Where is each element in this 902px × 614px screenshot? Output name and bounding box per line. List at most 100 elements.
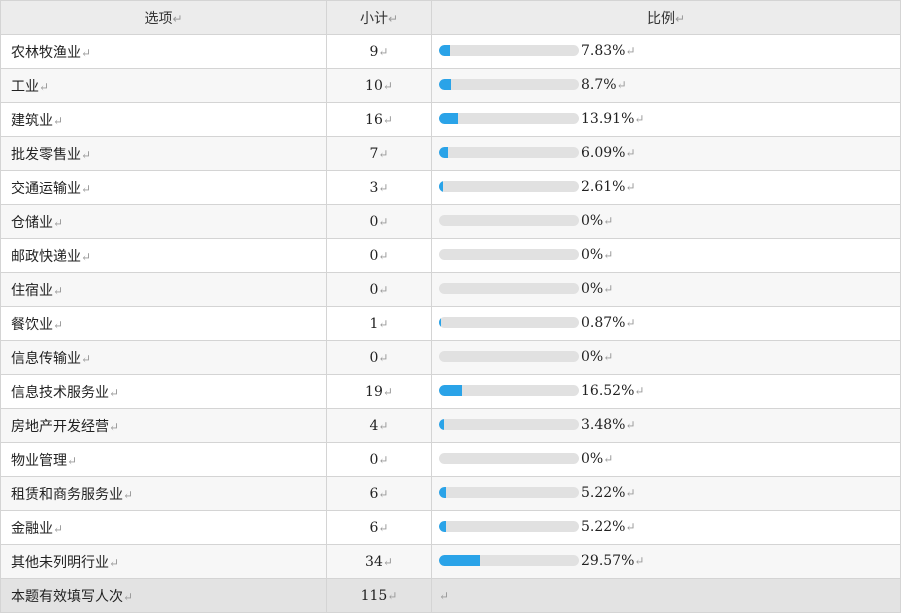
option-label: 物业管理 — [11, 452, 67, 469]
ratio-cell: 8.7% ↵ — [431, 68, 901, 103]
return-mark-icon: ↵ — [53, 113, 64, 128]
ratio-cell: 2.61% ↵ — [431, 170, 901, 205]
ratio-cell: 7.83% ↵ — [431, 34, 901, 69]
return-mark-icon: ↵ — [387, 588, 398, 603]
option-label: 信息技术服务业 — [11, 384, 109, 401]
table-row: 房地产开发经营↵ 4↵ 3.48% ↵ — [0, 408, 901, 443]
header-option: 选项↵ — [0, 0, 327, 35]
return-mark-icon: ↵ — [81, 45, 92, 60]
progress-fill — [439, 487, 447, 499]
return-mark-icon: ↵ — [625, 145, 636, 160]
return-mark-icon: ↵ — [109, 385, 120, 400]
ratio-group: 5.22% ↵ — [439, 519, 636, 535]
option-cell: 工业↵ — [0, 68, 327, 103]
option-cell: 租赁和商务服务业↵ — [0, 476, 327, 511]
count-cell: 0↵ — [326, 238, 432, 273]
return-mark-icon: ↵ — [439, 588, 450, 603]
option-label: 餐饮业 — [11, 316, 53, 333]
option-cell: 建筑业↵ — [0, 102, 327, 137]
table-row: 其他未列明行业↵ 34↵ 29.57% ↵ — [0, 544, 901, 579]
progress-bar — [439, 79, 579, 91]
ratio-cell: 6.09% ↵ — [431, 136, 901, 171]
return-mark-icon: ↵ — [382, 112, 393, 127]
ratio-cell: 16.52% ↵ — [431, 374, 901, 409]
percent-value: 0% — [581, 246, 604, 263]
option-cell: 交通运输业↵ — [0, 170, 327, 205]
return-mark-icon: ↵ — [378, 520, 389, 535]
progress-bar — [439, 453, 579, 465]
ratio-group: 13.91% ↵ — [439, 111, 644, 127]
table-row: 金融业 ↵ 6↵ 5.22% ↵ — [0, 510, 901, 545]
header-count: 小计↵ — [326, 0, 432, 35]
progress-bar — [439, 555, 579, 567]
return-mark-icon: ↵ — [625, 315, 636, 330]
option-label: 金融业 — [11, 520, 53, 537]
count-cell: 6↵ — [326, 510, 432, 545]
ratio-cell: 0% ↵ — [431, 238, 901, 273]
progress-fill — [439, 45, 450, 57]
progress-bar — [439, 113, 579, 125]
ratio-group: 6.09% ↵ — [439, 145, 636, 161]
ratio-group: 8.7% ↵ — [439, 77, 627, 93]
total-row: 本题有效填写人次↵ 115↵ ↵ — [0, 578, 901, 613]
option-cell: 餐饮业↵ — [0, 306, 327, 341]
return-mark-icon: ↵ — [378, 214, 389, 229]
table-row: 物业管理↵ 0↵ 0% ↵ — [0, 442, 901, 477]
option-cell: 农林牧渔业↵ — [0, 34, 327, 69]
ratio-group: 2.61% ↵ — [439, 179, 636, 195]
return-mark-icon: ↵ — [616, 77, 627, 92]
return-mark-icon: ↵ — [81, 147, 92, 162]
progress-bar — [439, 351, 579, 363]
return-mark-icon: ↵ — [109, 419, 120, 434]
progress-bar — [439, 283, 579, 295]
table-row: 批发零售业↵ 7↵ 6.09% ↵ — [0, 136, 901, 171]
count-cell: 9↵ — [326, 34, 432, 69]
return-mark-icon: ↵ — [378, 180, 389, 195]
return-mark-icon: ↵ — [382, 78, 393, 93]
option-cell: 邮政快递业↵ — [0, 238, 327, 273]
option-label: 住宿业 — [11, 282, 53, 299]
return-mark-icon: ↵ — [387, 11, 399, 26]
ratio-group: 0% ↵ — [439, 213, 613, 229]
ratio-group: 7.83% ↵ — [439, 43, 636, 59]
return-mark-icon: ↵ — [81, 181, 92, 196]
percent-value: 29.57% — [581, 552, 635, 569]
table-row: 交通运输业↵ 3↵ 2.61% ↵ — [0, 170, 901, 205]
return-mark-icon: ↵ — [378, 146, 389, 161]
option-cell: 物业管理↵ — [0, 442, 327, 477]
return-mark-icon: ↵ — [378, 350, 389, 365]
ratio-group: 5.22% ↵ — [439, 485, 636, 501]
ratio-group: 16.52% ↵ — [439, 383, 644, 399]
option-label: 工业 — [11, 78, 39, 95]
percent-value: 0% — [581, 280, 604, 297]
option-label: 交通运输业 — [11, 180, 81, 197]
return-mark-icon: ↵ — [378, 452, 389, 467]
ratio-cell: 0% ↵ — [431, 340, 901, 375]
percent-value: 6.09% — [581, 144, 626, 161]
ratio-group: 0% ↵ — [439, 349, 613, 365]
percent-value: 0.87% — [581, 314, 626, 331]
table-row: 建筑业↵ 16↵ 13.91% ↵ — [0, 102, 901, 137]
count-cell: 0↵ — [326, 272, 432, 307]
ratio-group: 0% ↵ — [439, 281, 613, 297]
progress-fill — [439, 419, 444, 431]
count-value: 10 — [365, 77, 383, 94]
percent-value: 5.22% — [581, 484, 626, 501]
progress-fill — [439, 521, 447, 533]
total-ratio-cell: ↵ — [431, 578, 901, 613]
return-mark-icon: ↵ — [634, 553, 645, 568]
percent-value: 0% — [581, 348, 604, 365]
table-row: 信息技术服务业↵ 19↵ 16.52% ↵ — [0, 374, 901, 409]
count-cell: 10↵ — [326, 68, 432, 103]
progress-bar — [439, 215, 579, 227]
percent-value: 0% — [581, 450, 604, 467]
percent-value: 2.61% — [581, 178, 626, 195]
ratio-cell: 0% ↵ — [431, 442, 901, 477]
ratio-cell: 3.48% ↵ — [431, 408, 901, 443]
ratio-group: 0% ↵ — [439, 247, 613, 263]
progress-fill — [439, 181, 443, 193]
count-cell: 0↵ — [326, 204, 432, 239]
ratio-cell: 5.22% ↵ — [431, 476, 901, 511]
count-cell: 3↵ — [326, 170, 432, 205]
survey-result-table: 选项↵ 小计↵ 比例↵ 农林牧渔业↵ 9↵ 7.83% ↵ 工业↵ 10↵ 8.7% ↵ 建筑业… — [0, 0, 901, 613]
